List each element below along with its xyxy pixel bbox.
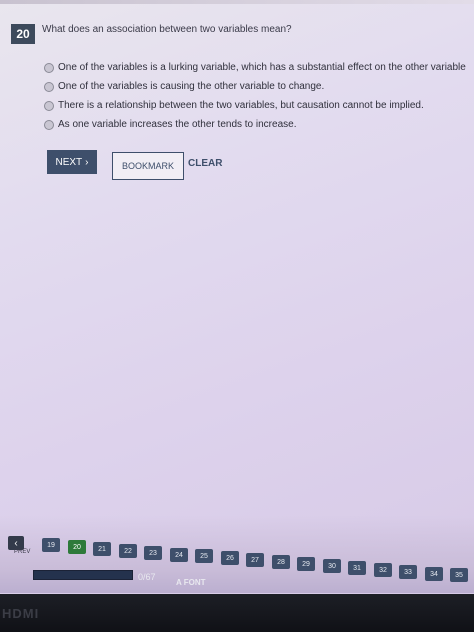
page-button-26[interactable]: 26	[221, 551, 239, 565]
answer-option-label: There is a relationship between the two …	[58, 100, 424, 111]
prev-button[interactable]: ‹	[8, 536, 24, 550]
next-label: NEXT	[55, 156, 83, 168]
page-button-20[interactable]: 20	[68, 540, 86, 554]
answer-option-label: As one variable increases the other tend…	[58, 119, 297, 130]
answer-option[interactable]: One of the variables is causing the othe…	[44, 77, 474, 96]
answer-option[interactable]: As one variable increases the other tend…	[44, 115, 474, 134]
clear-button[interactable]: CLEAR	[188, 158, 222, 169]
answer-option-label: One of the variables is causing the othe…	[58, 81, 325, 92]
next-button[interactable]: NEXT ›	[47, 150, 97, 174]
font-label: FONT	[183, 578, 206, 587]
prev-label: PREV	[14, 549, 31, 555]
page-button-21[interactable]: 21	[93, 542, 111, 556]
progress-bar	[33, 570, 133, 580]
page-button-23[interactable]: 23	[144, 546, 162, 560]
answer-options: One of the variables is a lurking variab…	[44, 58, 474, 134]
question-number: 20	[11, 24, 35, 44]
page-button-32[interactable]: 32	[374, 563, 392, 577]
page-button-25[interactable]: 25	[195, 549, 213, 563]
answer-option[interactable]: One of the variables is a lurking variab…	[44, 58, 474, 77]
page-button-33[interactable]: 33	[399, 565, 417, 579]
answer-option-label: One of the variables is a lurking variab…	[58, 62, 466, 73]
page-button-30[interactable]: 30	[323, 559, 341, 573]
radio-button[interactable]	[44, 62, 54, 73]
page-button-27[interactable]: 27	[246, 553, 264, 567]
question-text: What does an association between two var…	[42, 24, 292, 35]
page-button-34[interactable]: 34	[425, 567, 443, 581]
page-button-19[interactable]: 19	[42, 538, 60, 552]
page-button-22[interactable]: 22	[119, 544, 137, 558]
font-icon: A	[176, 578, 182, 587]
page-button-24[interactable]: 24	[170, 548, 188, 562]
screen-edge	[0, 0, 474, 4]
bezel-text: HDMI	[2, 606, 40, 621]
page-button-35[interactable]: 35	[450, 568, 468, 582]
radio-button[interactable]	[44, 81, 54, 92]
page-button-31[interactable]: 31	[348, 561, 366, 575]
bookmark-button[interactable]: BOOKMARK	[112, 152, 184, 180]
chevron-right-icon: ›	[85, 156, 89, 168]
page-button-28[interactable]: 28	[272, 555, 290, 569]
font-button[interactable]: A FONT	[176, 578, 206, 587]
radio-button[interactable]	[44, 119, 54, 130]
radio-button[interactable]	[44, 100, 54, 111]
bookmark-label: BOOKMARK	[121, 161, 174, 171]
page-button-29[interactable]: 29	[297, 557, 315, 571]
monitor-bezel	[0, 594, 474, 632]
progress-count: 0/67	[138, 572, 156, 582]
answer-option[interactable]: There is a relationship between the two …	[44, 96, 474, 115]
chevron-left-icon: ‹	[14, 537, 18, 549]
